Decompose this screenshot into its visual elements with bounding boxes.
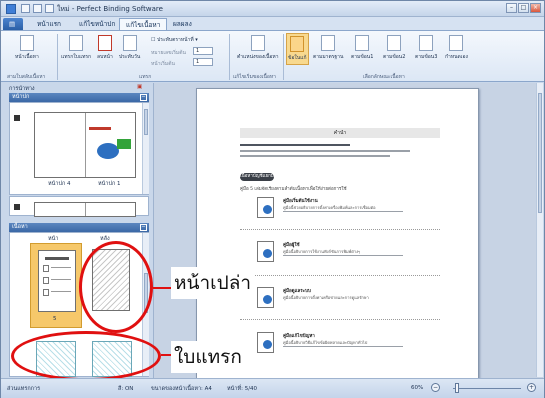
maximize-button[interactable]: □ bbox=[518, 3, 529, 13]
group-label-arrange: สามใบสลับเนื้อหา bbox=[7, 74, 46, 80]
ribbon-tabs: ▤ หน้าแรก แก้ไขหน้าปก แก้ไขเนื้อหา ผลผลง bbox=[1, 17, 544, 30]
page-number-label: 5 bbox=[53, 316, 57, 322]
start-page-spinner[interactable]: 1 bbox=[193, 58, 213, 66]
title-bar: ใหม่ - Perfect Binding Software – □ × bbox=[1, 1, 544, 17]
app-logo-icon[interactable] bbox=[6, 4, 16, 14]
position-icon bbox=[250, 35, 265, 51]
collapse-icon[interactable]: − bbox=[140, 94, 147, 101]
navigation-label: การนำทาง bbox=[9, 86, 35, 92]
page-stamp-checkbox[interactable]: ☐ ประทับตราหน้าที่ ▾ bbox=[151, 36, 198, 44]
group-label-insert: แทรก bbox=[139, 74, 152, 80]
tab-edit-content[interactable]: แก้ไขเนื้อหา bbox=[119, 18, 168, 30]
cover-section-header[interactable]: หน้าปก − bbox=[9, 93, 149, 102]
content-position-button[interactable]: ตำแหน่งของเนื้อหา bbox=[237, 35, 279, 61]
layout2-icon bbox=[387, 35, 402, 51]
undo-icon[interactable] bbox=[33, 4, 42, 13]
standard-layout-icon bbox=[321, 35, 336, 51]
sheet-marker-icon bbox=[14, 204, 20, 210]
entry-text: คู่มือนี้ช่วยอธิบายการตั้งค่าเครื่องพิมพ… bbox=[283, 205, 376, 210]
page-icon bbox=[19, 35, 34, 51]
cover-spread-thumbnail[interactable] bbox=[34, 112, 136, 178]
sheet-marker-icon bbox=[14, 115, 20, 121]
manual-cover-thumbnail bbox=[257, 241, 274, 262]
start-page-label: หน้าเริ่มต้น bbox=[151, 61, 175, 67]
entry-title: คู่มือเริ่มต้นใช้งาน bbox=[283, 199, 318, 204]
tab-edit-cover[interactable]: แก้ไขหน้าปก bbox=[73, 18, 121, 30]
standard-layout-button[interactable]: ตามมาตรฐาน bbox=[313, 35, 343, 61]
status-mode: ส่วนแทรกการ bbox=[7, 386, 41, 392]
selected-page-highlight[interactable]: 5 bbox=[30, 243, 82, 328]
entry-text: คู่มือนี้อธิบายวิธีแก้ไขข้อผิดพลาดและปัญ… bbox=[283, 340, 368, 345]
entry-text: คู่มือนี้อธิบายการใช้งานฟังก์ชันการพิมพ์… bbox=[283, 249, 361, 254]
insert-sheet-callout-circle bbox=[11, 331, 161, 381]
cover-extra-panel bbox=[9, 196, 149, 217]
zoom-slider-track[interactable] bbox=[453, 388, 521, 389]
insert-sheet-callout-label: ใบแทรก bbox=[171, 341, 245, 373]
zoom-in-button[interactable]: + bbox=[527, 383, 536, 392]
file-menu-button[interactable]: ▤ bbox=[3, 18, 23, 30]
zoom-slider-handle[interactable] bbox=[455, 383, 459, 393]
single-layout-icon bbox=[290, 36, 305, 52]
blank-page-callout-circle bbox=[79, 241, 153, 333]
manual-cover-thumbnail bbox=[257, 332, 274, 353]
status-paper: ขนาดของหน้าเนื้อหา: A4 bbox=[151, 386, 212, 392]
status-bar: ส่วนแทรกการ สี: ON ขนาดของหน้าเนื้อหา: A… bbox=[1, 378, 544, 398]
entry-title: คู่มือผู้ใช้ bbox=[283, 243, 300, 248]
delete-page-button[interactable]: ลบหน้า bbox=[97, 35, 113, 61]
zoom-out-button[interactable]: − bbox=[431, 383, 440, 392]
page-thumbnail[interactable] bbox=[38, 250, 76, 312]
delete-page-icon bbox=[97, 35, 112, 51]
minimize-button[interactable]: – bbox=[506, 3, 517, 13]
cover-caption-back: หน้าปก 4 bbox=[48, 181, 71, 187]
single-layout-button[interactable]: ข้อในแก้ bbox=[286, 33, 309, 65]
entry-title: คู่มือแก้ไขปัญหา bbox=[283, 334, 315, 339]
close-pane-icon[interactable]: ▣ bbox=[137, 84, 142, 90]
status-color: สี: ON bbox=[118, 386, 134, 392]
entry-title: คู่มือดูแลระบบ bbox=[283, 289, 311, 294]
content-page-button[interactable]: หน้าเนื้อหา bbox=[15, 35, 39, 61]
zoom-level: 60% bbox=[411, 385, 424, 391]
start-number-label: หมายเลขเริ่มต้น bbox=[151, 50, 186, 56]
collapse-icon[interactable]: − bbox=[140, 224, 147, 231]
save-icon[interactable] bbox=[21, 4, 30, 13]
layout1-icon bbox=[355, 35, 370, 51]
group-label-setup: แก้ไขเริ่มของเนื้อหา bbox=[233, 74, 276, 80]
custom-layout-button[interactable]: กำหนดเอง bbox=[445, 35, 468, 61]
entry-text: คู่มือนี้อธิบายการตั้งค่าเครือข่ายและการ… bbox=[283, 295, 369, 300]
section-note: คู่มือ 5 เล่มจัดเรียงตามลำดับเนื้อหาเพื่… bbox=[240, 187, 347, 192]
layout2-button[interactable]: ตามข้อน2 bbox=[383, 35, 405, 61]
custom-layout-icon bbox=[449, 35, 464, 51]
column-front-label: หน้า bbox=[48, 236, 59, 242]
tab-output[interactable]: ผลผลง bbox=[167, 18, 198, 30]
insert-sheet-icon bbox=[69, 35, 84, 51]
calendar-icon bbox=[122, 35, 137, 51]
redo-icon[interactable] bbox=[45, 4, 54, 13]
layout3-icon bbox=[419, 35, 434, 51]
document-heading: คำนำ bbox=[240, 128, 440, 138]
start-number-spinner[interactable]: 1 bbox=[193, 47, 213, 55]
status-page: หน้าที่: 5/40 bbox=[227, 386, 258, 392]
close-button[interactable]: × bbox=[530, 3, 541, 13]
cover-caption-front: หน้าปก 1 bbox=[98, 181, 121, 187]
section-pill: เนื้อหาบัญชีแยกมี bbox=[240, 173, 274, 181]
cover-thumbnail-panel: หน้าปก 4 หน้าปก 1 bbox=[9, 102, 149, 195]
manual-cover-thumbnail bbox=[257, 287, 274, 308]
group-label-layout: เลือกลักษณะเนื้อหา bbox=[363, 74, 405, 80]
cover-scrollbar[interactable] bbox=[142, 103, 149, 194]
tab-home[interactable]: หน้าแรก bbox=[31, 18, 67, 30]
ribbon-panel: หน้าเนื้อหา สามใบสลับเนื้อหา แทรกใบแทรก … bbox=[1, 30, 544, 82]
date-stamp-button[interactable]: ประทับวัน bbox=[119, 35, 140, 61]
layout3-button[interactable]: ตามข้อน3 bbox=[415, 35, 437, 61]
manual-cover-thumbnail bbox=[257, 197, 274, 218]
app-window: ใหม่ - Perfect Binding Software – □ × ▤ … bbox=[0, 0, 545, 398]
layout1-button[interactable]: ตามข้อน1 bbox=[351, 35, 373, 61]
document-scrollbar[interactable] bbox=[536, 83, 543, 377]
content-section-header[interactable]: เนื้อหา − bbox=[9, 223, 149, 232]
window-title: ใหม่ - Perfect Binding Software bbox=[57, 5, 163, 13]
insert-sheet-button[interactable]: แทรกใบแทรก bbox=[61, 35, 91, 61]
blank-page-callout-label: หน้าเปล่า bbox=[171, 267, 255, 299]
